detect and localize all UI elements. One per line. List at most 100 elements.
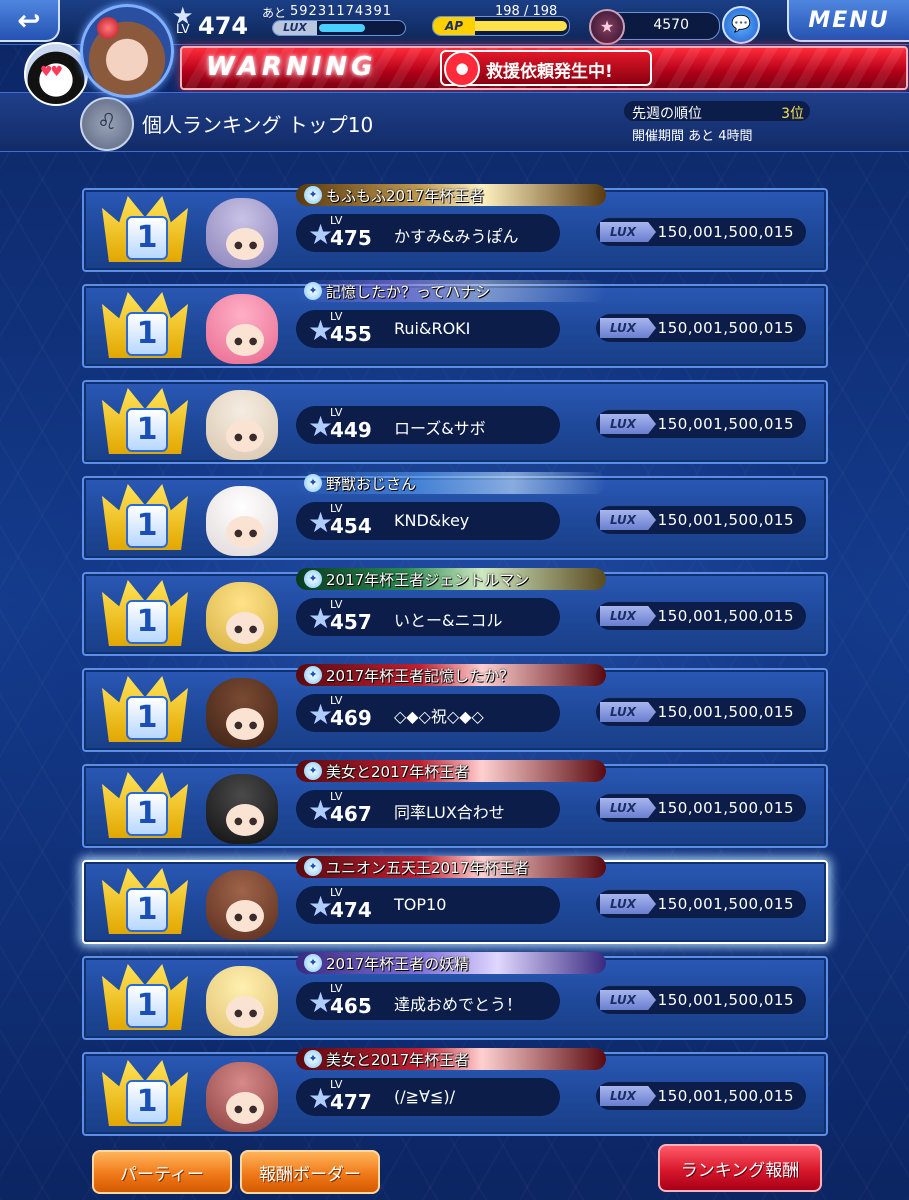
- rank-number: 1: [126, 888, 168, 932]
- lux-tag: LUX: [600, 222, 656, 242]
- player-level: 467: [330, 802, 372, 826]
- ranking-row[interactable]: 1 ●● ✦ ユニオン五天王2017年杯王者 ★ LV 474 TOP10 LUX 150,001…: [82, 856, 828, 944]
- title-keyblade-icon: ✦: [304, 282, 322, 300]
- avatar-eyes: ●●: [234, 240, 264, 251]
- lux-tag: LUX: [600, 318, 656, 338]
- jewel-counter[interactable]: ★ 4570: [589, 9, 720, 45]
- player-avatar-icon[interactable]: ●●: [206, 774, 278, 844]
- player-avatar[interactable]: [80, 4, 174, 98]
- menu-button[interactable]: MENU: [787, 0, 909, 42]
- player-nameplate: ★ LV 475 かすみ&みうぽん: [296, 214, 560, 252]
- ranking-row[interactable]: 1 ●● ✦ 美女と2017年杯王者 ★ LV 477 (/≧∀≦)/LUX 150,001,5…: [82, 1048, 828, 1136]
- heartless-icon: ●: [444, 51, 480, 87]
- avatar-eyes: ●●: [234, 432, 264, 443]
- ranking-header: ♌ 個人ランキング トップ10 先週の順位 3位 開催期間 あと 4時間: [0, 92, 909, 152]
- ap-tag: AP: [433, 17, 475, 35]
- avatar-eyes: ●●: [234, 912, 264, 923]
- player-name: かすみ&みうぽん: [394, 227, 519, 246]
- player-nameplate: ★ LV 449 ローズ&サボ: [296, 406, 560, 444]
- rescue-request-badge[interactable]: ● 救援依頼発生中!: [440, 50, 652, 87]
- player-nameplate: ★ LV 457 いとー&ニコル: [296, 598, 560, 636]
- player-nameplate: ★ LV 455 Rui&ROKI: [296, 310, 560, 348]
- player-avatar-icon[interactable]: ●●: [206, 966, 278, 1036]
- ranking-reward-button[interactable]: ランキング報酬: [658, 1144, 822, 1192]
- rank-crown-icon: 1: [102, 196, 188, 262]
- lux-tag: LUX: [600, 414, 656, 434]
- player-avatar-icon[interactable]: ●●: [206, 582, 278, 652]
- title-keyblade-icon: ✦: [304, 570, 322, 588]
- rank-number: 1: [126, 408, 168, 452]
- rank-number: 1: [126, 216, 168, 260]
- chat-button[interactable]: 💬: [722, 6, 760, 44]
- player-name: 同率LUX合わせ: [394, 803, 505, 822]
- lux-tag: LUX: [600, 894, 656, 914]
- player-avatar-icon[interactable]: ●●: [206, 678, 278, 748]
- avatar-eyes: ●●: [234, 528, 264, 539]
- lux-score: LUX 150,001,500,015: [596, 986, 806, 1014]
- rank-number: 1: [126, 696, 168, 740]
- rank-crown-icon: 1: [102, 964, 188, 1030]
- avatar-eyes: ●●: [234, 1008, 264, 1019]
- lux-remaining-label: あと: [262, 6, 287, 20]
- player-level: 465: [330, 994, 372, 1018]
- ranking-row[interactable]: 1 ●● ✦ 記憶したか？ってハナシ ★ LV 455 Rui&ROKI LUX 150,001,…: [82, 280, 828, 368]
- player-name: ◇◆◇祝◇◆◇: [394, 707, 484, 726]
- player-level: 477: [330, 1090, 372, 1114]
- lux-tag: LUX: [600, 990, 656, 1010]
- player-avatar-icon[interactable]: ●●: [206, 486, 278, 556]
- lux-remaining-value: 59231174391: [290, 4, 392, 19]
- player-avatar-icon[interactable]: ●●: [206, 198, 278, 268]
- player-nameplate: ★ LV 454 KND&key: [296, 502, 560, 540]
- player-title-banner: ✦ 2017年杯王者の妖精: [296, 952, 606, 974]
- player-avatar-icon[interactable]: ●●: [206, 870, 278, 940]
- player-name: 達成おめでとう！: [394, 995, 523, 1014]
- lux-score: LUX 150,001,500,015: [596, 794, 806, 822]
- player-title: ユニオン五天王2017年杯王者: [326, 858, 530, 877]
- rank-crown-icon: 1: [102, 676, 188, 742]
- rank-crown-icon: 1: [102, 388, 188, 454]
- title-keyblade-icon: ✦: [304, 666, 322, 684]
- back-button[interactable]: ↩: [0, 0, 60, 42]
- event-period: 開催期間 あと 4時間: [632, 129, 753, 144]
- menu-label: MENU: [808, 7, 890, 33]
- reward-border-button[interactable]: 報酬ボーダー: [240, 1150, 380, 1194]
- ranking-row[interactable]: 1 ●● ✦ 美女と2017年杯王者 ★ LV 467 同率LUX合わせ LUX 150,001,…: [82, 760, 828, 848]
- lux-score: LUX 150,001,500,015: [596, 890, 806, 918]
- lux-score: LUX 150,001,500,015: [596, 410, 806, 438]
- level-label: LV: [176, 22, 190, 36]
- player-name: (/≧∀≦)/: [394, 1087, 456, 1106]
- player-nameplate: ★ LV 474 TOP10: [296, 886, 560, 924]
- back-arrow-icon: ↩: [17, 3, 41, 37]
- warning-text: WARNING: [206, 52, 377, 82]
- ranking-row[interactable]: 1 ●● ★ LV 449 ローズ&サボ LUX 150,001,500,015: [82, 380, 828, 464]
- last-week-rank: 先週の順位 3位: [624, 101, 810, 122]
- ranking-row[interactable]: 1 ●● ✦ 2017年杯王者ジェントルマン ★ LV 457 いとー&ニコル LUX 150,0…: [82, 568, 828, 656]
- player-avatar-icon[interactable]: ●●: [206, 1062, 278, 1132]
- player-title-banner: ✦ 野獣おじさん: [296, 472, 606, 494]
- heart-eyes-icon: ♥♥: [40, 64, 63, 80]
- lux-progress-fill: [319, 24, 366, 32]
- title-keyblade-icon: ✦: [304, 1050, 322, 1068]
- ranking-row[interactable]: 1 ●● ✦ 2017年杯王者の妖精 ★ LV 465 達成おめでとう！ LUX 150,001,…: [82, 952, 828, 1040]
- ranking-row[interactable]: 1 ●● ✦ 野獣おじさん ★ LV 454 KND&key LUX 150,001,500,01…: [82, 472, 828, 560]
- lux-value: 150,001,500,015: [657, 991, 794, 1009]
- reward-border-label: 報酬ボーダー: [259, 1164, 361, 1185]
- lux-value: 150,001,500,015: [657, 511, 794, 529]
- party-button[interactable]: パーティー: [92, 1150, 232, 1194]
- player-level: 449: [330, 418, 372, 442]
- player-avatar-icon[interactable]: ●●: [206, 390, 278, 460]
- ranking-row[interactable]: 1 ●● ✦ 2017年杯王者記憶したか？ ★ LV 469 ◇◆◇祝◇◆◇ LUX 150,00…: [82, 664, 828, 752]
- warning-banner[interactable]: WARNING ● 救援依頼発生中!: [180, 46, 908, 90]
- player-avatar-icon[interactable]: ●●: [206, 294, 278, 364]
- ranking-row[interactable]: 1 ●● ✦ もふもふ2017年杯王者 ★ LV 475 かすみ&みうぽん LUX 150,001…: [82, 184, 828, 272]
- rank-number: 1: [126, 312, 168, 356]
- rank-number: 1: [126, 600, 168, 644]
- page-title: 個人ランキング トップ10: [142, 113, 374, 137]
- player-title: 2017年杯王者記憶したか？: [326, 666, 515, 685]
- lux-value: 150,001,500,015: [657, 223, 794, 241]
- player-nameplate: ★ LV 477 (/≧∀≦)/: [296, 1078, 560, 1116]
- lux-value: 150,001,500,015: [657, 607, 794, 625]
- player-title: 野獣おじさん: [326, 474, 417, 493]
- player-name: KND&key: [394, 511, 470, 530]
- partner-avatar[interactable]: ♥♥: [24, 42, 88, 106]
